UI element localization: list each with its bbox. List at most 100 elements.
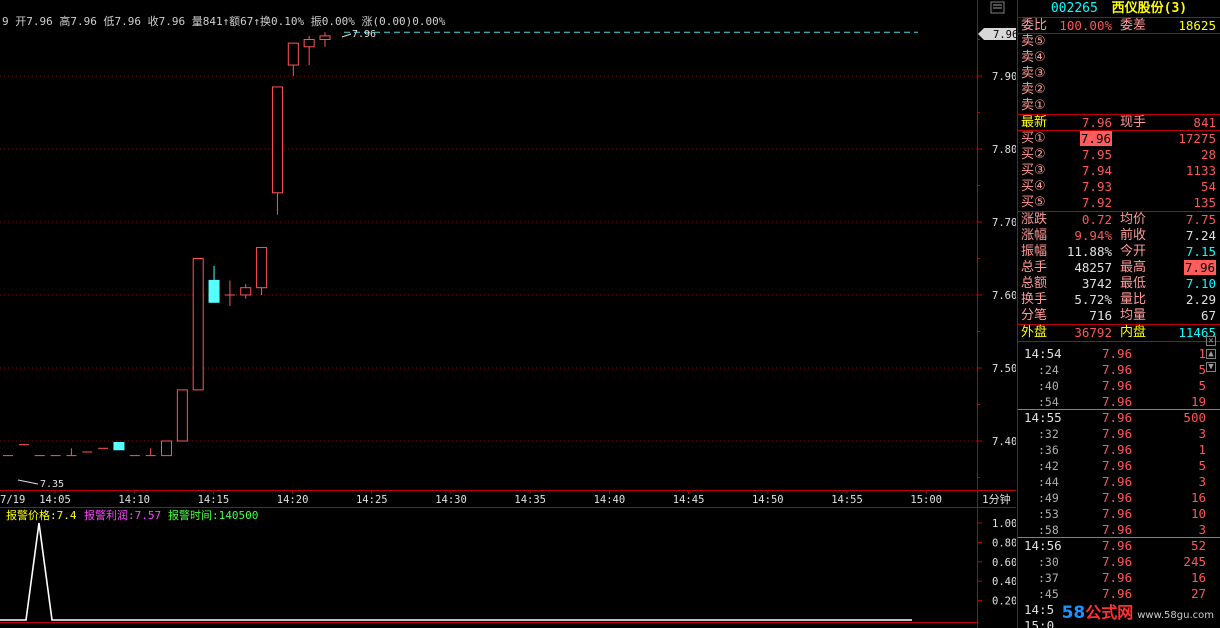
bid-label: 买① [1021,131,1046,146]
stats-list: 涨跌 0.72 均价 7.75 涨幅 9.94% 前收 7.24 振幅 11.88% 今开 7.15 总… [1018,212,1220,325]
low-annotation: 7.35 [17,479,64,490]
tick-price: 7.96 [1102,458,1133,473]
tick-volume: 5 [1198,362,1206,377]
tick-time: 14:55 [1024,410,1062,425]
stat-label-2: 均价 [1120,212,1147,227]
stat-value-1: 48257 [1074,260,1112,275]
tick-time: :45 [1038,587,1059,601]
high-annotation-text: 7.96 [352,29,376,40]
bid-vol: 1133 [1185,163,1216,178]
stat-label-1: 总额 [1021,276,1048,291]
stat-value-2: 7.75 [1185,212,1216,227]
bid-list: 买① 7.96 17275 买② 7.95 28 买③ 7.94 1133 买④… [1018,131,1220,212]
watermark: 58公式网 www.58gu.com [1062,599,1214,623]
price-tick-label: 7.50 [992,363,1016,375]
price-tick-label: 7.70 [992,217,1016,229]
tick-row[interactable]: :37 7.96 16 [1018,570,1220,586]
ask-list: 卖⑤ 卖④ 卖③ 卖② 卖① [1018,34,1220,115]
tick-time: 14:56 [1024,538,1062,553]
ask-row[interactable]: 卖⑤ [1018,34,1220,50]
stat-label-1: 振幅 [1021,244,1048,259]
bid-row[interactable]: 买③ 7.94 1133 [1018,163,1220,179]
tick-row[interactable]: :58 7.96 3 [1018,522,1220,538]
watermark-number: 58 [1061,603,1086,623]
bid-row[interactable]: 买① 7.96 17275 [1018,131,1220,147]
tick-price: 7.96 [1102,362,1133,377]
tick-row[interactable]: :36 7.96 1 [1018,442,1220,458]
menu-icon[interactable] [990,1,1005,14]
tick-volume: 19 [1190,394,1206,409]
bid-price: 7.95 [1081,147,1112,162]
tick-row[interactable]: :24 7.96 5 [1018,362,1220,378]
close-icon[interactable]: ✕ [1206,336,1216,346]
time-label: 14:40 [594,494,626,506]
alarm-profit-label: 报警利润:7.57 [84,508,161,522]
weibi-value: 100.00% [1059,18,1112,33]
tick-row[interactable]: :30 7.96 245 [1018,554,1220,570]
stats-row: 涨幅 9.94% 前收 7.24 [1018,228,1220,244]
bid-label: 买③ [1021,163,1046,178]
time-label: 14:25 [356,494,388,506]
time-label: 14:05 [39,494,71,506]
bid-row[interactable]: 买⑤ 7.92 135 [1018,195,1220,211]
kline-chart[interactable]: 9 开7.96 高7.96 低7.96 收7.96 量841↑额67↑换0.10… [0,0,1016,628]
bid-row[interactable]: 买② 7.95 28 [1018,147,1220,163]
stat-value-1: 9.94% [1074,228,1112,243]
ask-row[interactable]: 卖① [1018,98,1220,114]
tick-row[interactable]: :54 7.96 19 [1018,394,1220,410]
ask-row[interactable]: 卖② [1018,82,1220,98]
ask-label: 卖② [1021,82,1046,97]
tick-volume: 16 [1190,570,1206,585]
tick-row[interactable]: :42 7.96 5 [1018,458,1220,474]
period-label[interactable]: 1分钟 [982,492,1011,506]
stat-value-1: 0.72 [1081,212,1112,227]
tick-row[interactable]: 14:56 7.96 52 [1018,538,1220,554]
stats-row: 总手 48257 最高 7.96 [1018,260,1220,276]
tick-row[interactable]: :32 7.96 3 [1018,426,1220,442]
tick-row[interactable]: 14:54 7.96 1 [1018,346,1220,362]
bid-row[interactable]: 买④ 7.93 54 [1018,179,1220,195]
tick-list[interactable]: 14:54 7.96 1:24 7.96 5:40 7.96 5:54 7.96 19 14:55… [1018,346,1220,628]
indicator-tick-label: 0.80 [992,537,1016,549]
stat-value-1: 3742 [1081,276,1112,291]
bid-vol: 28 [1200,147,1216,162]
tick-price: 7.96 [1102,426,1133,441]
stock-name[interactable]: 西仪股份(3) [1112,1,1187,16]
price-tick-label: 7.90 [992,71,1016,83]
candle-body [303,39,315,48]
stats-row: 振幅 11.88% 今开 7.15 [1018,244,1220,260]
scroll-down-icon[interactable]: ▼ [1206,362,1216,372]
cur-hand-value: 841 [1193,115,1216,130]
bid-price: 7.94 [1081,163,1112,178]
tick-row[interactable]: :49 7.96 16 [1018,490,1220,506]
bid-vol: 17275 [1178,131,1216,146]
tick-row[interactable]: :53 7.96 10 [1018,506,1220,522]
tick-scroll[interactable]: ✕ ▲ ▼ [1206,336,1218,375]
last-value: 7.96 [1081,115,1112,130]
tick-volume: 245 [1183,554,1206,569]
stat-value-1: 11.88% [1066,244,1112,259]
candle-body [176,389,188,442]
stat-value-2: 7.10 [1185,276,1216,291]
weicha-value: 18625 [1178,18,1216,33]
stat-label-1: 总手 [1021,260,1048,275]
tick-price: 7.96 [1102,410,1133,425]
ask-row[interactable]: 卖④ [1018,50,1220,66]
scroll-up-icon[interactable]: ▲ [1206,349,1216,359]
time-label: 14:45 [673,494,705,506]
tick-row[interactable]: :40 7.96 5 [1018,378,1220,394]
tick-volume: 16 [1190,490,1206,505]
tick-row[interactable]: :44 7.96 3 [1018,474,1220,490]
tick-time: :49 [1038,491,1059,505]
tick-time: 14:5 [1024,602,1055,617]
time-label: 14:15 [198,494,230,506]
outer-inner-row: 外盘 36792 内盘 11465 [1018,325,1220,342]
current-price-tag-text: 7.96 [993,29,1016,41]
ask-row[interactable]: 卖③ [1018,66,1220,82]
tick-row[interactable]: 14:55 7.96 500 [1018,410,1220,426]
candle-body [319,35,331,40]
candle-body [192,258,204,391]
tick-volume: 1 [1198,442,1206,457]
indicator-tick-label: 0.20 [992,596,1016,608]
tick-time: :24 [1038,363,1059,377]
